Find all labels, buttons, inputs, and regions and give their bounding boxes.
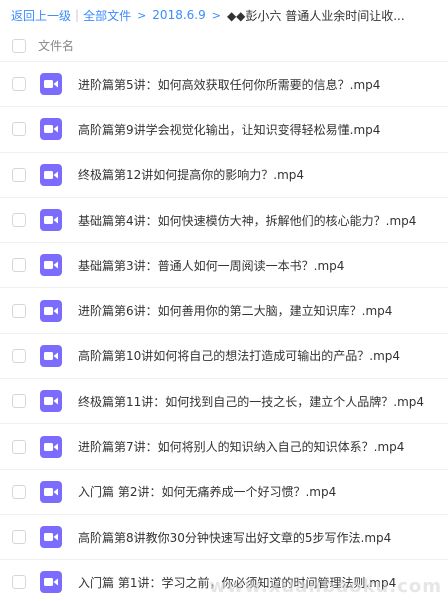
file-row[interactable]: 入门篇 第2讲：如何无痛养成一个好习惯？.mp4 (0, 470, 448, 515)
video-file-icon (40, 526, 62, 549)
video-file-icon (40, 209, 62, 232)
file-checkbox[interactable] (12, 348, 26, 363)
file-checkbox[interactable] (12, 258, 26, 273)
breadcrumb-separator: | (75, 8, 80, 22)
file-name[interactable]: 高阶篇第9讲学会视觉化输出，让知识变得轻松易懂.mp4 (78, 121, 380, 138)
video-file-icon (40, 571, 62, 594)
file-checkbox[interactable] (12, 303, 26, 318)
file-checkbox[interactable] (12, 575, 26, 590)
file-row[interactable]: 高阶篇第8讲教你30分钟快速写出好文章的5步写作法.mp4 (0, 515, 448, 561)
file-row[interactable]: 进阶篇第7讲：如何将别人的知识纳入自己的知识体系？.mp4 (0, 424, 448, 470)
video-file-icon (40, 73, 62, 96)
file-row[interactable]: 终极篇第12讲如何提高你的影响力？.mp4 (0, 153, 448, 198)
back-link[interactable]: 返回上一级 (11, 7, 71, 24)
file-checkbox[interactable] (12, 213, 26, 228)
chevron-right-icon: > (137, 8, 147, 22)
file-name[interactable]: 进阶篇第6讲：如何善用你的第二大脑，建立知识库？.mp4 (78, 302, 392, 319)
file-row[interactable]: 基础篇第3讲：普通人如何一周阅读一本书？.mp4 (0, 243, 448, 289)
video-file-icon (40, 118, 62, 141)
file-row[interactable]: 高阶篇第10讲如何将自己的想法打造成可输出的产品？.mp4 (0, 334, 448, 380)
current-folder: ◆◆彭小六 普通人业余时间让收... (226, 8, 405, 23)
video-file-icon (40, 163, 62, 186)
file-row[interactable]: 终极篇第11讲：如何找到自己的一技之长，建立个人品牌？.mp4 (0, 379, 448, 425)
file-checkbox[interactable] (12, 439, 26, 454)
file-row[interactable]: 进阶篇第6讲：如何善用你的第二大脑，建立知识库？.mp4 (0, 288, 448, 334)
video-file-icon (40, 344, 62, 367)
file-name[interactable]: 进阶篇第7讲：如何将别人的知识纳入自己的知识体系？.mp4 (78, 438, 404, 455)
file-name[interactable]: 基础篇第3讲：普通人如何一周阅读一本书？.mp4 (78, 257, 344, 274)
chevron-right-icon: > (211, 8, 221, 22)
file-row[interactable]: 基础篇第4讲：如何快速模仿大神，拆解他们的核心能力？.mp4 (0, 198, 448, 244)
file-checkbox[interactable] (12, 77, 26, 92)
list-header: 文件名 (0, 30, 448, 62)
file-name[interactable]: 终极篇第11讲：如何找到自己的一技之长，建立个人品牌？.mp4 (78, 393, 424, 410)
video-file-icon (40, 299, 62, 322)
file-checkbox[interactable] (12, 484, 26, 499)
folder-link[interactable]: 2018.6.9 (152, 8, 205, 22)
file-name[interactable]: 高阶篇第8讲教你30分钟快速写出好文章的5步写作法.mp4 (78, 529, 391, 546)
file-checkbox[interactable] (12, 394, 26, 409)
file-name[interactable]: 入门篇 第1讲：学习之前，你必须知道的时间管理法则.mp4 (78, 574, 396, 591)
file-name[interactable]: 终极篇第12讲如何提高你的影响力？.mp4 (78, 166, 304, 183)
select-all-checkbox[interactable] (12, 38, 26, 53)
file-list: 进阶篇第5讲：如何高效获取任何你所需要的信息？.mp4 高阶篇第9讲学会视觉化输出… (0, 62, 448, 601)
file-row[interactable]: 进阶篇第5讲：如何高效获取任何你所需要的信息？.mp4 (0, 62, 448, 108)
file-checkbox[interactable] (12, 167, 26, 182)
file-row[interactable]: 入门篇 第1讲：学习之前，你必须知道的时间管理法则.mp4 (0, 560, 448, 601)
file-checkbox[interactable] (12, 122, 26, 137)
video-file-icon (40, 480, 62, 503)
file-checkbox[interactable] (12, 530, 26, 545)
video-file-icon (40, 390, 62, 413)
video-file-icon (40, 435, 62, 458)
file-name[interactable]: 高阶篇第10讲如何将自己的想法打造成可输出的产品？.mp4 (78, 347, 400, 364)
file-name[interactable]: 进阶篇第5讲：如何高效获取任何你所需要的信息？.mp4 (78, 76, 380, 93)
breadcrumb: 返回上一级 | 全部文件 > 2018.6.9 > ◆◆彭小六 普通人业余时间让… (0, 0, 448, 30)
file-name[interactable]: 基础篇第4讲：如何快速模仿大神，拆解他们的核心能力？.mp4 (78, 212, 416, 229)
video-file-icon (40, 254, 62, 277)
name-column-header[interactable]: 文件名 (38, 37, 74, 54)
file-name[interactable]: 入门篇 第2讲：如何无痛养成一个好习惯？.mp4 (78, 483, 336, 500)
all-files-link[interactable]: 全部文件 (83, 7, 131, 24)
file-row[interactable]: 高阶篇第9讲学会视觉化输出，让知识变得轻松易懂.mp4 (0, 107, 448, 153)
